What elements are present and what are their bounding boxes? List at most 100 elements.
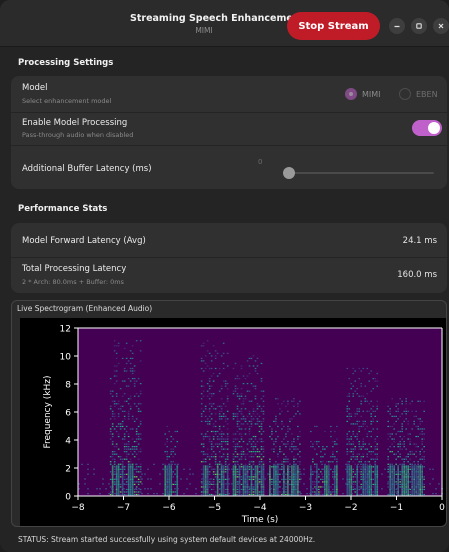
spectrogram-energy-cell <box>409 476 411 478</box>
enable-processing-toggle[interactable] <box>412 120 442 136</box>
spectrogram-energy-cell <box>289 471 291 473</box>
spectrogram-energy-cell <box>364 423 367 425</box>
spectrogram-energy-cell <box>374 461 377 463</box>
spectrogram-energy-cell <box>204 435 207 438</box>
spectrogram-energy-cell <box>279 473 281 475</box>
spectrogram-energy-cell <box>222 448 225 450</box>
spectrogram-energy-cell <box>234 385 237 387</box>
spectrogram-energy-cell <box>281 403 283 405</box>
spectrogram-energy-cell <box>360 478 363 480</box>
spectrogram-harmonic <box>192 473 194 475</box>
spectrogram-energy-cell <box>238 446 241 448</box>
spectrogram-energy-cell <box>252 410 255 412</box>
spectrogram-energy-cell <box>348 415 351 417</box>
spectrogram-energy-cell <box>397 418 399 420</box>
spectrogram-energy-cell <box>232 413 235 415</box>
spectrogram-energy-cell <box>218 413 221 415</box>
model-radio-mimi[interactable]: MIMI <box>345 88 381 100</box>
spectrogram-energy-cell <box>358 481 361 483</box>
spectrogram-energy-cell <box>409 468 411 470</box>
maximize-button[interactable] <box>411 18 427 34</box>
spectrogram-energy-cell <box>242 448 245 450</box>
spectrogram-energy-cell <box>127 443 130 445</box>
spectrogram-harmonic <box>384 468 386 470</box>
spectrogram-energy-cell <box>236 413 239 415</box>
spectrogram-energy-cell <box>421 438 423 440</box>
spectrogram-energy-cell <box>348 408 351 410</box>
spectrogram-harmonic <box>324 488 326 490</box>
spectrogram-energy-cell <box>352 451 355 453</box>
spectrogram-low-band <box>397 465 399 496</box>
spectrogram-energy-cell <box>236 471 239 473</box>
spectrogram-energy-cell <box>281 420 283 423</box>
spectrogram-energy-cell <box>216 443 219 445</box>
spectrogram-energy-cell <box>206 340 209 342</box>
close-button[interactable] <box>433 18 449 34</box>
spectrogram-energy-cell <box>350 415 353 417</box>
spectrogram-energy-cell <box>240 453 243 455</box>
spectrogram-energy-cell <box>387 481 389 483</box>
spectrogram-energy-cell <box>312 458 314 460</box>
spectrogram-energy-cell <box>218 473 221 475</box>
spectrogram-energy-cell <box>293 446 295 448</box>
spectrogram-energy-cell <box>281 461 283 463</box>
spectrogram-harmonic <box>381 488 383 490</box>
spectrogram-energy-cell <box>346 453 349 455</box>
spectrogram-harmonic <box>258 473 260 475</box>
spectrogram-energy-cell <box>362 395 365 397</box>
stop-stream-button[interactable]: Stop Stream <box>287 12 380 40</box>
spectrogram-energy-cell <box>275 420 277 423</box>
spectrogram-energy-cell <box>139 390 142 392</box>
spectrogram-energy-cell <box>279 446 281 448</box>
spectrogram-energy-cell <box>256 440 259 443</box>
spectrogram-energy-cell <box>240 393 243 395</box>
spectrogram-energy-cell <box>111 443 114 445</box>
spectrogram-energy-cell <box>312 483 314 486</box>
spectrogram-energy-cell <box>204 355 207 357</box>
buffer-latency-slider-handle[interactable] <box>283 167 295 179</box>
spectrogram-energy-cell <box>417 446 419 448</box>
spectrogram-energy-cell <box>258 491 261 493</box>
spectrogram-energy-cell <box>262 446 265 448</box>
spectrogram-energy-cell <box>119 476 122 478</box>
spectrogram-energy-cell <box>409 403 411 405</box>
spectrogram-energy-cell <box>240 488 243 491</box>
spectrogram-harmonic <box>225 483 227 485</box>
spectrogram-energy-cell <box>312 473 314 475</box>
spectrogram-energy-cell <box>407 461 409 463</box>
spectrogram-energy-cell <box>113 405 116 407</box>
spectrogram-energy-cell <box>240 476 243 478</box>
spectrogram-energy-cell <box>115 352 118 354</box>
spectrogram-energy-cell <box>234 433 237 435</box>
spectrogram-harmonic <box>291 493 293 495</box>
minimize-button[interactable] <box>389 18 405 34</box>
spectrogram-harmonic <box>414 463 416 465</box>
spectrogram-energy-cell <box>295 446 297 448</box>
spectrogram-energy-cell <box>275 440 277 443</box>
spectrogram-energy-cell <box>204 453 207 455</box>
spectrogram-energy-cell <box>248 433 251 435</box>
spectrogram-energy-cell <box>133 403 136 405</box>
minimize-icon <box>394 25 400 28</box>
spectrogram-harmonic <box>393 483 395 485</box>
spectrogram-energy-cell <box>210 413 213 415</box>
spectrogram-energy-cell <box>135 493 138 496</box>
spectrogram-energy-cell <box>246 415 249 417</box>
spectrogram-energy-cell <box>127 377 130 380</box>
spectrogram-energy-cell <box>346 408 349 410</box>
spectrogram-energy-cell <box>256 456 259 458</box>
spectrogram-energy-cell <box>409 440 411 443</box>
spectrogram-harmonic <box>387 483 389 485</box>
spectrogram-energy-cell <box>352 440 355 443</box>
spectrogram-energy-cell <box>200 413 203 415</box>
spectrogram-energy-cell <box>218 443 221 445</box>
buffer-latency-slider[interactable] <box>288 172 434 174</box>
spectrogram-energy-cell <box>139 433 142 435</box>
spectrogram-energy-cell <box>222 456 225 458</box>
spectrogram-energy-cell <box>387 448 389 450</box>
model-title: Model <box>22 83 48 93</box>
spectrogram-energy-cell <box>218 428 221 430</box>
spectrogram-energy-cell <box>415 443 417 445</box>
processing-settings-heading: Processing Settings <box>18 58 114 68</box>
model-radio-eben[interactable]: EBEN <box>399 88 438 100</box>
